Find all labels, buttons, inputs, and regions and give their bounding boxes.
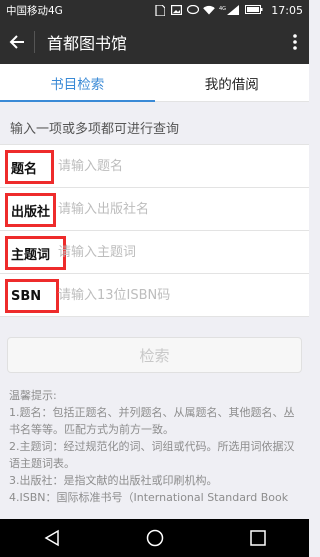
carrier-label: 中国移动4G — [6, 4, 63, 17]
isbn-input[interactable] — [58, 274, 298, 316]
subject-field-row: 主题词 — [0, 231, 309, 274]
page-title: 首都图书馆 — [47, 34, 128, 53]
publisher-input[interactable] — [58, 188, 298, 230]
publisher-field-label: 出版社 — [5, 193, 56, 227]
tips-section: 温馨提示: 1.题名：包括正题名、并列题名、从属题名、其他题名、丛书名等等。匹配… — [9, 387, 303, 506]
cellular-signal-icon: 4G — [219, 5, 241, 15]
appbar-divider — [34, 31, 35, 53]
title-input[interactable] — [58, 145, 298, 187]
subject-field-label: 主题词 — [5, 236, 66, 270]
wifi-icon — [203, 5, 216, 15]
tab-my-loans[interactable]: 我的借阅 — [155, 64, 310, 101]
more-vertical-icon — [293, 34, 297, 50]
subject-input[interactable] — [58, 231, 298, 273]
publisher-field-row: 出版社 — [0, 188, 309, 231]
title-field-label: 题名 — [5, 150, 54, 184]
clock: 17:05 — [271, 3, 303, 17]
isbn-field-label: SBN — [5, 279, 59, 313]
back-button[interactable] — [0, 20, 34, 64]
search-hint: 输入一项或多项都可进行查询 — [10, 122, 180, 137]
title-field-row: 题名 — [0, 145, 309, 188]
nav-back-button[interactable] — [32, 523, 72, 553]
tips-item: 3.出版社：是指文献的出版社或印刷机构。 — [9, 474, 218, 487]
battery-icon — [245, 5, 263, 15]
back-arrow-icon — [9, 35, 24, 49]
square-recents-icon — [249, 530, 266, 546]
tips-heading: 温馨提示: — [9, 389, 57, 402]
sim-card-icon — [155, 4, 167, 17]
triangle-back-icon — [44, 529, 59, 547]
tab-catalog-search[interactable]: 书目检索 — [0, 64, 155, 102]
network-badge: 4G — [219, 6, 226, 12]
tab-bar: 书目检索 我的借阅 — [0, 64, 309, 102]
image-notification-icon — [171, 5, 183, 16]
search-form: 题名 出版社 主题词 SBN — [0, 144, 309, 317]
tips-item: 2.主题词：经过规范化的词、词组或代码。所选用词依据汉语主题词表。 — [9, 440, 295, 470]
isbn-field-row: SBN — [0, 274, 309, 317]
tips-item: 1.题名：包括正题名、并列题名、从属题名、其他题名、丛书名等等。匹配方式为前方一… — [9, 406, 295, 436]
nav-recents-button[interactable] — [238, 523, 278, 553]
chat-notification-icon — [187, 4, 200, 15]
more-options-button[interactable] — [281, 20, 309, 64]
nav-home-button[interactable] — [135, 523, 175, 553]
status-bar: 中国移动4G 4G 17:05 — [0, 0, 309, 20]
app-bar: 首都图书馆 — [0, 20, 309, 64]
circle-home-icon — [146, 529, 163, 547]
tips-item: 4.ISBN：国际标准书号（International Standard Boo… — [9, 491, 289, 504]
system-nav-bar — [0, 519, 309, 557]
search-button[interactable]: 检索 — [7, 337, 302, 373]
